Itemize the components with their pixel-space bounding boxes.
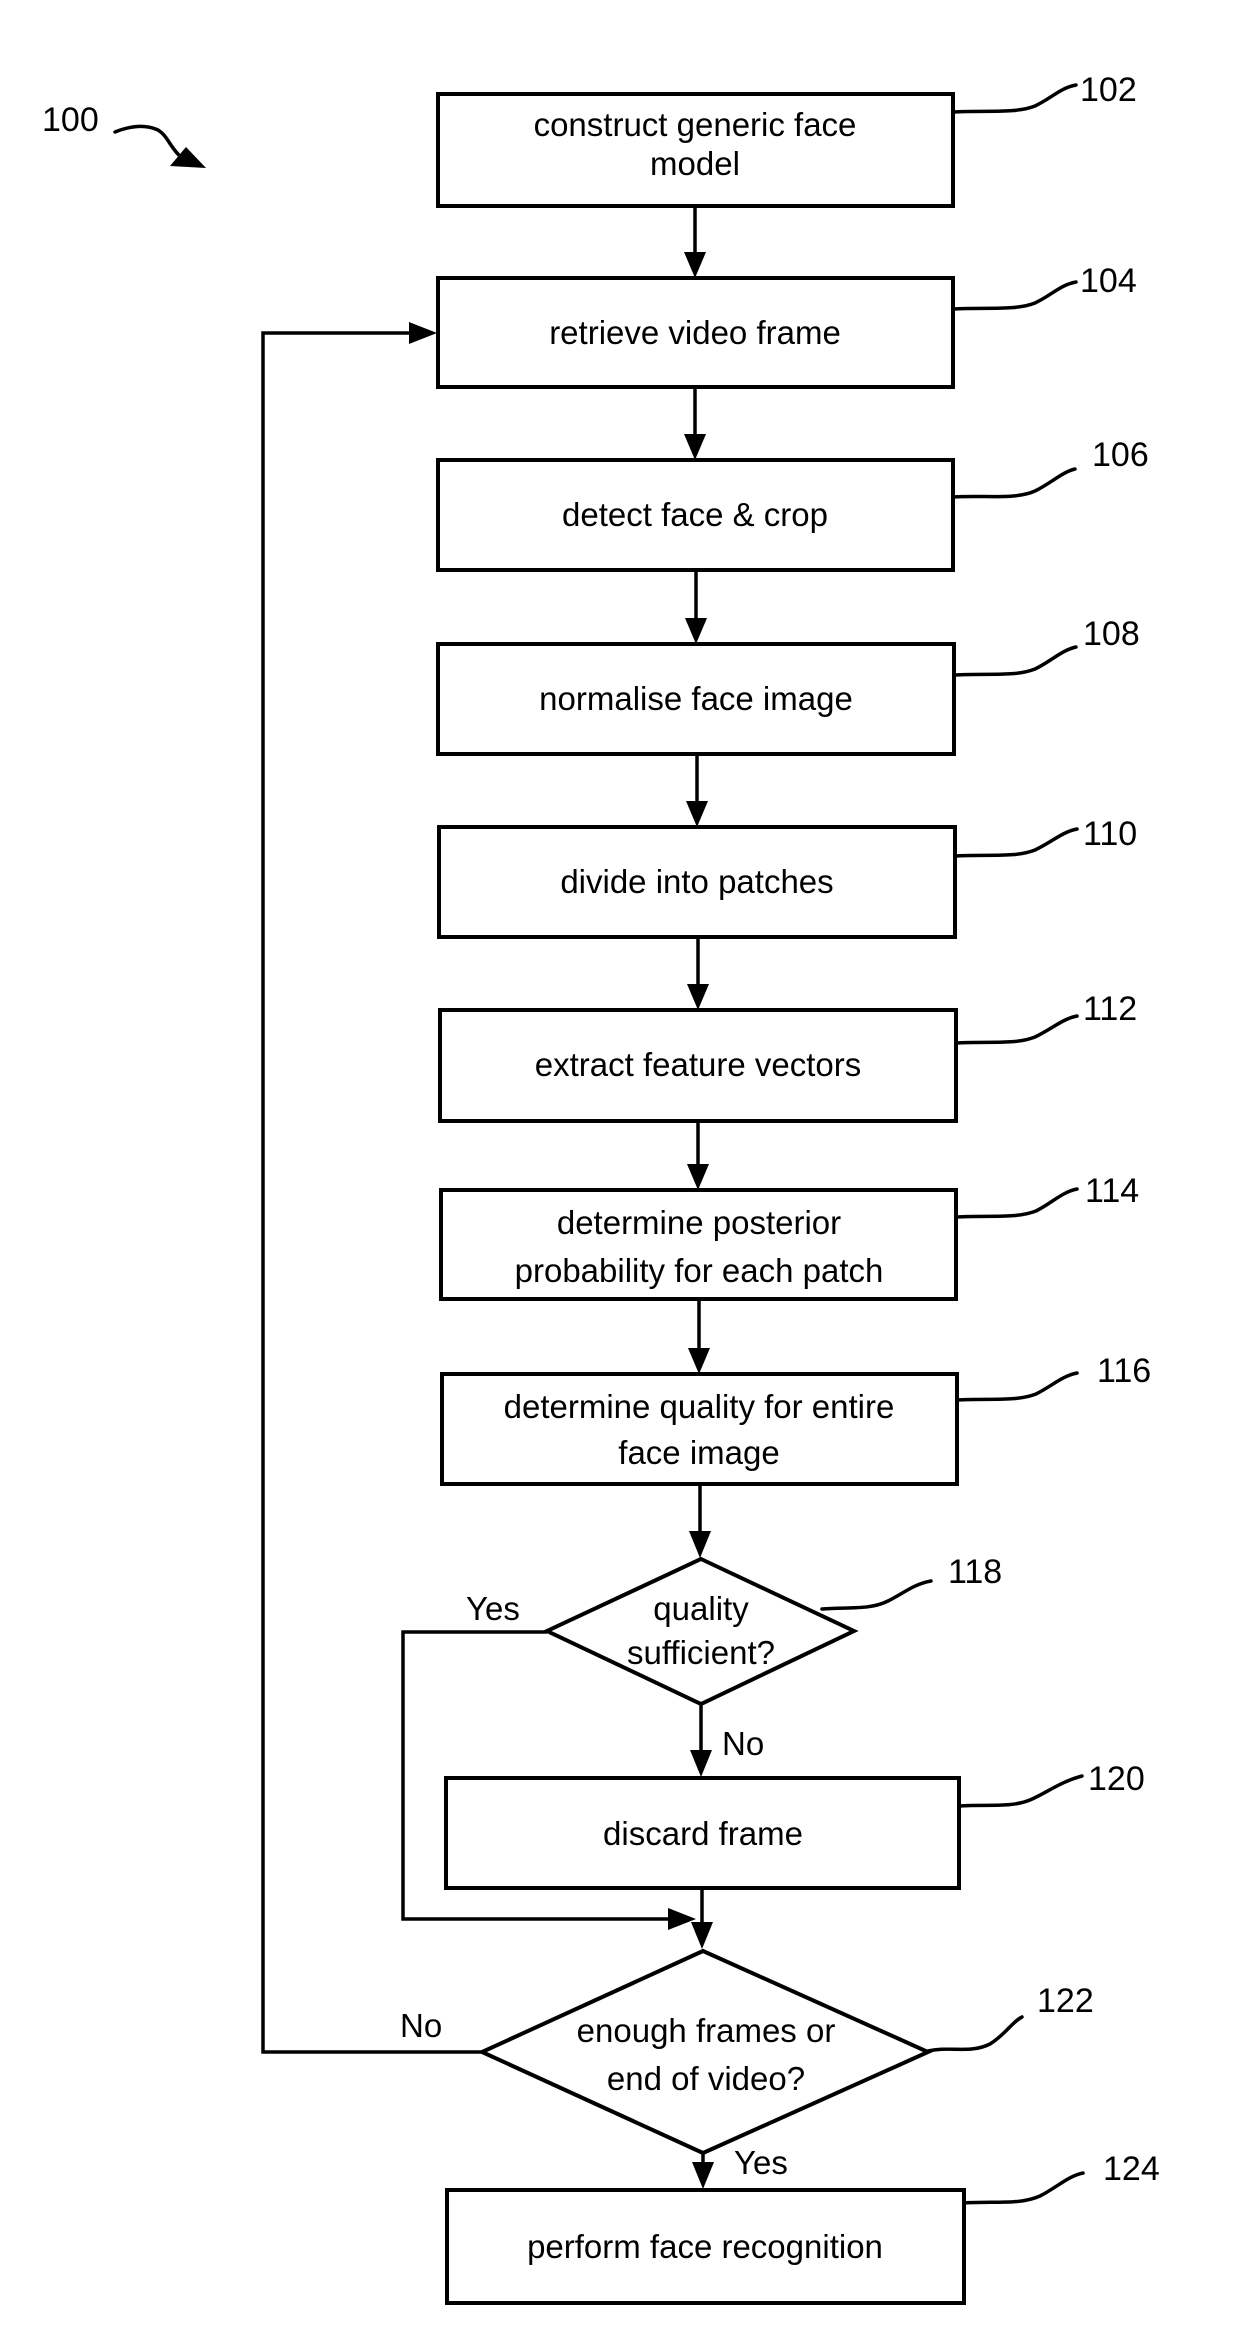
reference-102: 102: [1080, 71, 1137, 109]
arrowhead-icon: [691, 1922, 713, 1949]
reference-120: 120: [1088, 1760, 1145, 1798]
leader-102: [951, 83, 1078, 114]
arrowhead-icon: [687, 984, 709, 1010]
arrowhead-icon: [689, 1531, 711, 1558]
decision-122-no-label: No: [400, 2007, 442, 2044]
decision-text-line: enough frames or: [577, 2012, 836, 2049]
step-text-line: determine posterior: [557, 1204, 841, 1241]
leader-124: [962, 2171, 1085, 2205]
arrowhead-icon: [684, 252, 706, 278]
reference-122: 122: [1037, 1982, 1094, 2020]
flowchart: 100 construct generic face model retriev…: [42, 71, 1160, 2305]
step-text-line: determine quality for entire: [504, 1388, 895, 1425]
step-retrieve-video-frame: retrieve video frame: [436, 276, 955, 389]
leader-112: [954, 1014, 1079, 1045]
step-text-line: discard frame: [603, 1815, 803, 1852]
step-text-line: normalise face image: [539, 680, 853, 717]
reference-104: 104: [1080, 262, 1137, 300]
figure-reference-label: 100: [42, 101, 99, 139]
decision-text-line: quality: [653, 1590, 749, 1627]
arrowhead-icon: [684, 434, 706, 460]
leader-122: [926, 2015, 1024, 2053]
leader-106: [951, 467, 1077, 499]
decision-text-line: sufficient?: [627, 1634, 775, 1671]
reference-116: 116: [1097, 1352, 1151, 1390]
step-text-line: probability for each patch: [515, 1252, 884, 1289]
step-discard-frame: discard frame: [444, 1776, 961, 1890]
reference-124: 124: [1103, 2150, 1160, 2188]
arrowhead-icon: [687, 1164, 709, 1190]
decision-text-line: end of video?: [607, 2060, 805, 2097]
reference-108: 108: [1083, 615, 1140, 653]
leader-118: [820, 1579, 933, 1611]
leader-104: [951, 280, 1078, 311]
step-detect-face-and-crop: detect face & crop: [436, 458, 955, 572]
arrowhead-icon: [685, 618, 707, 644]
step-text-line: perform face recognition: [527, 2228, 883, 2265]
leader-116: [955, 1371, 1079, 1402]
decision-118-yes-label: Yes: [466, 1590, 520, 1627]
leader-110: [953, 827, 1079, 858]
arrowhead-icon: [690, 1750, 712, 1777]
step-text-line: detect face & crop: [562, 496, 828, 533]
decision-enough-frames: enough frames or end of video?: [477, 1948, 933, 2156]
reference-112: 112: [1083, 990, 1137, 1028]
arrowhead-icon: [692, 2162, 714, 2189]
reference-118: 118: [948, 1553, 1002, 1591]
step-text-line: retrieve video frame: [549, 314, 841, 351]
arrowhead-icon: [688, 1348, 710, 1374]
reference-106: 106: [1092, 436, 1149, 474]
decision-diamond: [542, 1556, 859, 1707]
figure-reference-arrow: [113, 124, 184, 160]
step-text-line: extract feature vectors: [535, 1046, 861, 1083]
step-normalise-face-image: normalise face image: [436, 642, 956, 756]
arrowhead-icon: [668, 1908, 696, 1930]
step-text-line: divide into patches: [560, 863, 833, 900]
arrowhead-icon: [686, 801, 708, 827]
leader-120: [957, 1774, 1084, 1808]
decision-quality-sufficient: quality sufficient?: [542, 1556, 859, 1707]
step-perform-face-recognition: perform face recognition: [445, 2188, 966, 2305]
decision-118-no-label: No: [722, 1725, 764, 1762]
step-text-line: construct generic face: [534, 106, 857, 143]
decision-122-yes-label: Yes: [734, 2144, 788, 2181]
arrowhead-icon: [409, 322, 437, 344]
step-construct-generic-face-model: construct generic face model: [436, 92, 955, 208]
decision-diamond: [477, 1948, 933, 2156]
step-text-line: face image: [618, 1434, 779, 1471]
step-determine-quality-entire-face: determine quality for entire face image: [440, 1372, 959, 1486]
step-divide-into-patches: divide into patches: [437, 825, 957, 939]
reference-110: 110: [1083, 815, 1137, 853]
leader-108: [953, 645, 1078, 677]
step-determine-posterior-probability: determine posterior probability for each…: [439, 1188, 958, 1301]
step-extract-feature-vectors: extract feature vectors: [438, 1008, 958, 1123]
step-text-line: model: [650, 145, 740, 182]
leader-114: [955, 1187, 1079, 1219]
reference-114: 114: [1085, 1172, 1139, 1210]
